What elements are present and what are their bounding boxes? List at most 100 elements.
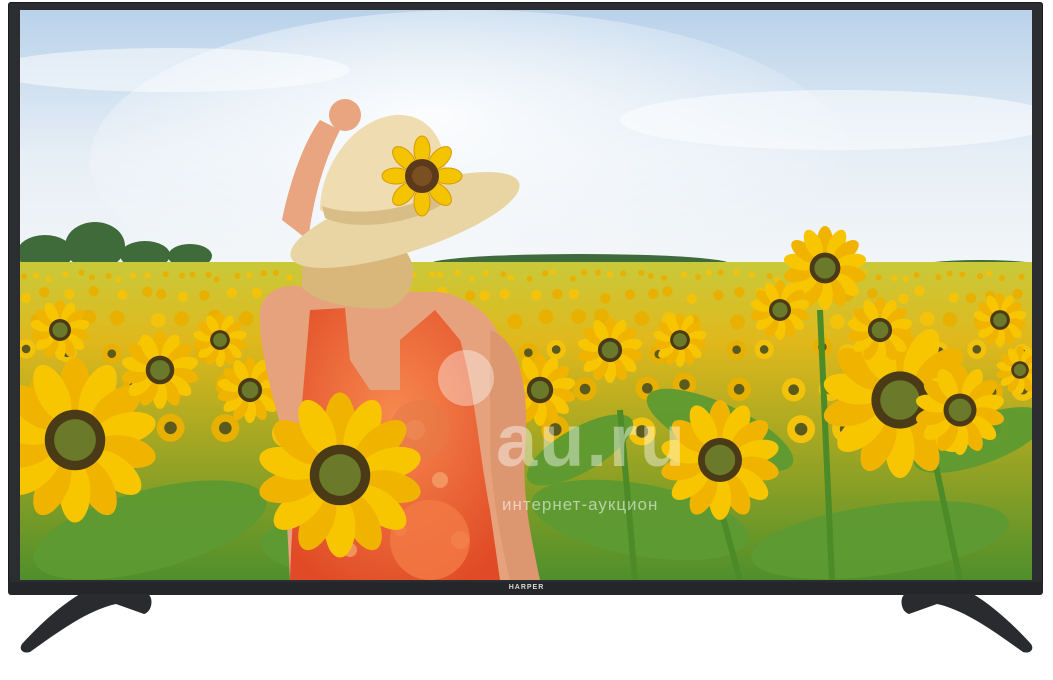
distant-sunflower: [508, 274, 515, 281]
distant-sunflower: [1018, 273, 1025, 280]
distant-sunflower: [155, 288, 167, 300]
distant-sunflower: [568, 288, 580, 300]
distant-sunflower: [730, 314, 745, 330]
distant-sunflower: [713, 290, 724, 301]
distant-sunflower: [538, 309, 554, 325]
distant-sunflower-center: [579, 383, 591, 395]
distant-sunflower: [935, 274, 942, 281]
distant-sunflower: [482, 270, 489, 277]
distant-sunflower: [130, 272, 137, 279]
distant-sunflower: [454, 269, 461, 276]
distant-sunflower: [662, 286, 673, 297]
distant-sunflower: [986, 270, 993, 277]
distant-sunflower: [919, 311, 935, 327]
distant-sunflower-center: [551, 345, 561, 354]
distant-sunflower: [634, 311, 650, 326]
distant-sunflower: [500, 271, 507, 278]
watermark-dot: [438, 350, 494, 406]
distant-sunflower: [142, 286, 153, 298]
distant-sunflower: [706, 269, 713, 276]
distant-sunflower: [942, 312, 958, 327]
distant-sunflower: [1012, 288, 1023, 300]
distant-sunflower: [946, 270, 953, 277]
distant-sunflower: [581, 269, 588, 276]
distant-sunflower: [959, 271, 966, 278]
distant-sunflower: [88, 274, 95, 281]
distant-sunflower-center: [164, 421, 177, 435]
distant-sunflower: [177, 291, 188, 303]
distant-sunflower: [913, 271, 920, 278]
distant-sunflower: [998, 274, 1005, 281]
distant-sunflower: [64, 289, 75, 300]
distant-sunflower: [766, 273, 773, 280]
distant-sunflower-center: [788, 384, 799, 396]
distant-sunflower-center: [733, 383, 745, 395]
distant-sunflower: [541, 270, 548, 277]
distant-sunflower-center: [759, 345, 769, 354]
distant-sunflower-center: [21, 344, 31, 354]
distant-sunflower: [45, 276, 52, 283]
distant-sunflower: [606, 271, 613, 278]
watermark-logo: au.ru: [496, 399, 687, 482]
distant-sunflower: [549, 269, 556, 276]
distant-sunflower: [20, 292, 31, 304]
distant-sunflower: [717, 269, 724, 276]
distant-sunflower: [189, 271, 196, 278]
distant-sunflower: [234, 272, 241, 279]
distant-sunflower: [33, 272, 40, 279]
distant-sunflower: [499, 288, 510, 300]
distant-sunflower: [734, 287, 745, 298]
distant-sunflower: [531, 290, 542, 301]
distant-sunflower: [199, 290, 210, 301]
distant-sunflower: [468, 275, 475, 282]
distant-sunflower: [600, 293, 611, 304]
distant-sunflower-center: [524, 348, 533, 357]
distant-sunflower: [891, 275, 898, 282]
distant-sunflower: [179, 272, 186, 279]
distant-sunflower: [150, 312, 166, 328]
watermark-tagline: интернет-аукцион: [502, 495, 659, 514]
distant-sunflower-center: [107, 349, 117, 359]
distant-sunflower: [686, 293, 697, 305]
tv-screen: au.ru интернет-аукцион: [20, 10, 1032, 580]
tv-stand-left: [20, 594, 152, 653]
distant-sunflower: [117, 289, 128, 300]
brand-logo: HARPER: [508, 584, 545, 591]
distant-sunflower-center: [794, 422, 808, 436]
distant-sunflower: [647, 272, 654, 279]
distant-sunflower: [695, 274, 702, 281]
distant-sunflower-center: [641, 382, 653, 394]
distant-sunflower: [465, 290, 476, 302]
distant-sunflower: [115, 276, 122, 283]
distant-sunflower: [78, 269, 85, 276]
distant-sunflower: [733, 269, 740, 276]
distant-sunflower: [902, 276, 909, 283]
distant-sunflower: [38, 287, 50, 298]
distant-sunflower: [829, 314, 845, 329]
distant-sunflower: [109, 310, 125, 326]
distant-sunflower: [624, 289, 636, 300]
distant-sunflower: [213, 276, 220, 283]
distant-sunflower: [437, 271, 444, 278]
distant-sunflower: [526, 275, 533, 282]
distant-sunflower: [272, 269, 279, 276]
distant-sunflower-center: [732, 345, 741, 355]
distant-sunflower: [977, 273, 984, 280]
distant-sunflower: [552, 288, 563, 300]
distant-sunflower: [648, 288, 659, 299]
distant-sunflower: [965, 293, 977, 304]
distant-sunflower: [429, 271, 436, 278]
distant-sunflower: [144, 272, 151, 279]
distant-sunflower: [571, 309, 586, 324]
distant-sunflower: [948, 292, 959, 303]
distant-sunflower: [638, 269, 645, 276]
distant-sunflower: [205, 271, 212, 278]
distant-sunflower: [260, 270, 267, 277]
distant-sunflower: [898, 293, 909, 304]
distant-sunflower: [875, 274, 882, 281]
distant-sunflower: [88, 286, 99, 297]
distant-sunflower: [661, 275, 668, 282]
distant-sunflower: [479, 290, 490, 301]
distant-sunflower: [867, 288, 878, 299]
tv-stand-right: [901, 594, 1033, 653]
